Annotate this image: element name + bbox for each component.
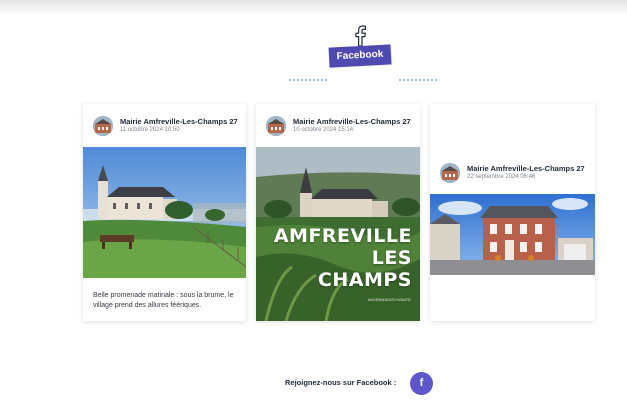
post-caption: Belle promenade matinale : sous la brume…	[93, 292, 234, 309]
post-header: Mairie Amfreville-Les-Champs 27 22 septe…	[440, 163, 590, 185]
facebook-post-card[interactable]: Mairie Amfreville-Les-Champs 27 11 octob…	[83, 104, 246, 321]
facebook-icon	[355, 25, 366, 47]
facebook-follow-button[interactable]: f	[410, 372, 433, 395]
post-date[interactable]: 22 septembre 2024 06:46	[467, 174, 535, 180]
poster-title-line2: LES	[371, 247, 412, 269]
poster-title-line1: AMFREVILLE	[273, 225, 412, 247]
poster-title-line3: CHAMPS	[317, 269, 412, 291]
section-title: Facebook	[328, 44, 392, 68]
avatar	[93, 116, 113, 136]
facebook-post-card[interactable]: Mairie Amfreville-Les-Champs 27 22 septe…	[430, 104, 595, 321]
avatar	[440, 163, 460, 183]
post-author[interactable]: Mairie Amfreville-Les-Champs 27	[120, 117, 238, 126]
post-header: Mairie Amfreville-Les-Champs 27 11 octob…	[93, 116, 243, 138]
facebook-post-card[interactable]: Mairie Amfreville-Les-Champs 27 10 octob…	[256, 104, 420, 321]
poster-tagline: #NORMANDIEVIVANTE	[367, 298, 411, 302]
post-header: Mairie Amfreville-Les-Champs 27 10 octob…	[266, 116, 416, 138]
facebook-section-header	[0, 24, 627, 81]
post-author[interactable]: Mairie Amfreville-Les-Champs 27	[293, 117, 411, 126]
post-date[interactable]: 10 octobre 2024 15:14	[293, 127, 353, 133]
dotted-divider-left	[289, 79, 327, 81]
post-author[interactable]: Mairie Amfreville-Les-Champs 27	[467, 164, 585, 173]
post-date[interactable]: 11 octobre 2024 10:50	[120, 127, 180, 133]
dotted-divider-right	[399, 79, 437, 81]
post-image[interactable]	[430, 194, 595, 275]
avatar	[266, 116, 286, 136]
join-text: Rejoignez-nous sur Facebook :	[285, 378, 397, 387]
post-image[interactable]	[83, 147, 246, 278]
top-bar	[0, 0, 627, 14]
